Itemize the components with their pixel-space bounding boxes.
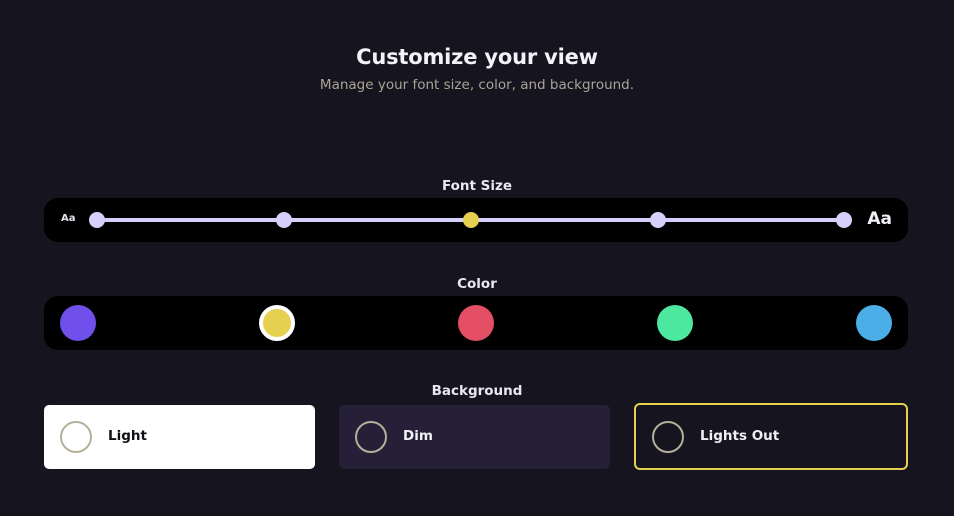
page-subtitle: Manage your font size, color, and backgr… [319, 77, 635, 93]
option-label: Light [108, 428, 147, 444]
large-font-icon: Aa [867, 209, 892, 229]
color-swatch-red[interactable] [458, 305, 494, 341]
font-size-slider[interactable]: Aa Aa [44, 198, 908, 242]
background-label: Background [431, 383, 523, 399]
color-swatch-purple[interactable] [60, 305, 96, 341]
color-swatch-yellow[interactable] [259, 305, 295, 341]
radio-icon[interactable] [652, 421, 684, 453]
radio-icon[interactable] [60, 421, 92, 453]
background-option-light[interactable]: Light [44, 405, 315, 469]
font-size-stop-5[interactable] [836, 212, 852, 228]
option-label: Dim [403, 428, 433, 444]
font-size-stop-2[interactable] [276, 212, 292, 228]
background-option-dim[interactable]: Dim [339, 405, 610, 469]
color-picker [44, 296, 908, 350]
font-size-stop-3[interactable] [463, 212, 479, 228]
color-swatch-green[interactable] [657, 305, 693, 341]
font-size-stop-1[interactable] [89, 212, 105, 228]
page-title: Customize your view [356, 45, 598, 69]
small-font-icon: Aa [61, 213, 76, 224]
radio-icon[interactable] [355, 421, 387, 453]
background-option-lights-out[interactable]: Lights Out [634, 403, 908, 470]
font-size-stop-4[interactable] [650, 212, 666, 228]
color-label: Color [457, 276, 497, 292]
option-label: Lights Out [700, 428, 780, 444]
font-size-label: Font Size [441, 178, 513, 194]
color-swatch-blue[interactable] [856, 305, 892, 341]
